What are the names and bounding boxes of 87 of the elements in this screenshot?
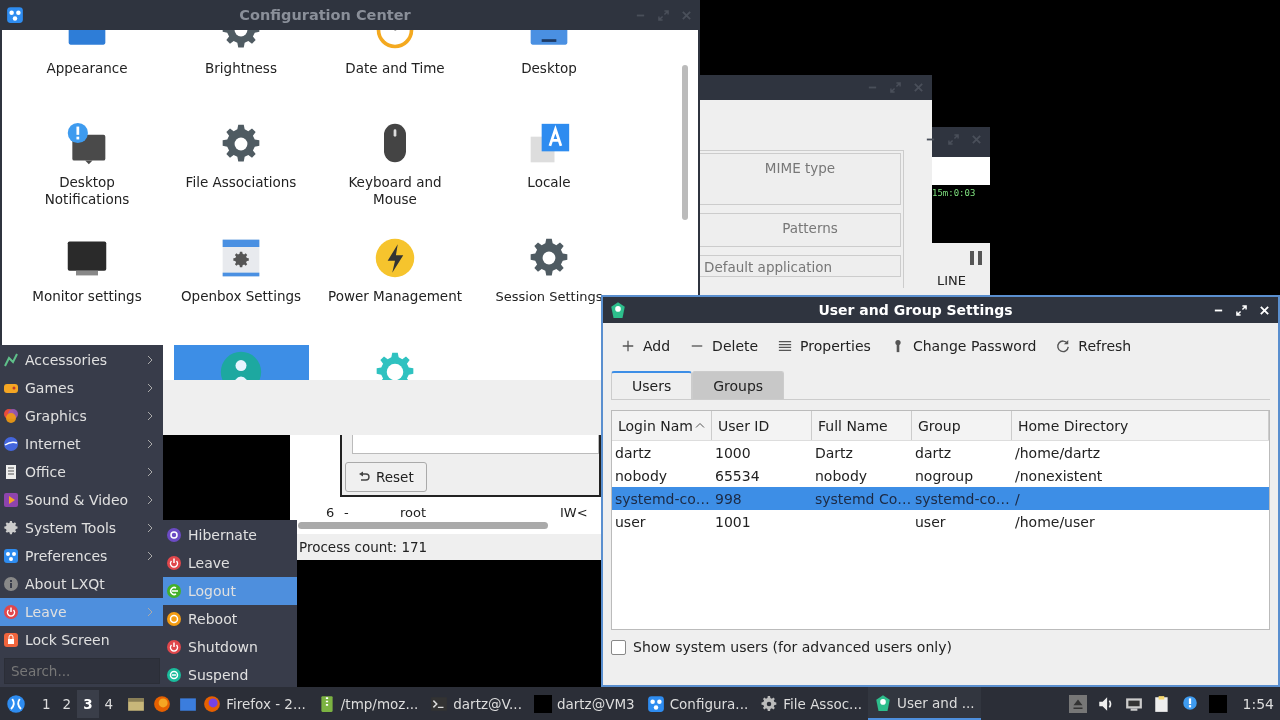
terminal-text: 15m:0:03 — [932, 188, 976, 198]
column-header[interactable]: Group — [912, 411, 1012, 440]
window-title: Configuration Center — [238, 7, 412, 23]
menu-item[interactable]: About LXQt — [0, 570, 163, 598]
field-label: Default application — [700, 255, 901, 277]
table-cell: /home/user — [1015, 513, 1095, 530]
menu-item[interactable]: Sound & Video — [0, 486, 163, 514]
table-cell: user — [915, 513, 946, 530]
table-cell: IW< — [560, 505, 588, 519]
column-header[interactable]: User ID — [712, 411, 812, 440]
menu-item[interactable]: Office — [0, 458, 163, 486]
table-cell: dartz — [615, 444, 652, 461]
menu-item[interactable]: Games — [0, 374, 163, 402]
settings-tile[interactable]: Keyboard and Mouse — [320, 117, 470, 226]
task-button[interactable]: /tmp/moz... — [311, 687, 425, 720]
settings-tile[interactable]: Power Management — [320, 231, 470, 340]
column-header[interactable]: Home Directory — [1012, 411, 1269, 440]
search-field[interactable]: Search... — [4, 658, 160, 684]
settings-tile[interactable]: Desktop Notifications — [12, 117, 162, 226]
settings-tile[interactable]: Date and Time — [320, 30, 470, 112]
table-row[interactable]: dartz 1000 Dartz dartz /home/dartz — [612, 441, 1269, 464]
settings-tile[interactable]: File Associations — [166, 117, 316, 226]
settings-tile[interactable]: Locale — [474, 117, 624, 226]
table-cell: systemd-co… — [915, 490, 1010, 507]
label-text: LINE — [937, 273, 966, 288]
toolbar-button[interactable]: Change Password — [884, 334, 1043, 358]
table-cell: /nonexistent — [1015, 467, 1103, 484]
table-row[interactable]: user 1001 user /home/user — [612, 510, 1269, 533]
table-cell: /home/dartz — [1015, 444, 1101, 461]
window-title: User and Group Settings — [817, 302, 1014, 318]
desktop-switch[interactable]: 2 — [56, 689, 78, 718]
menu-item[interactable]: Preferences — [0, 542, 163, 570]
menu-item[interactable]: Hibernate — [163, 521, 297, 549]
field-label: Patterns — [700, 213, 901, 247]
menu-item[interactable]: Graphics — [0, 402, 163, 430]
table-cell: 1001 — [715, 513, 751, 530]
settings-tile[interactable]: Monitor settings — [12, 231, 162, 340]
reset-button[interactable]: Reset — [345, 462, 427, 492]
column-header[interactable]: Login Nam — [612, 411, 712, 440]
task-button[interactable]: Firefox - 2... — [197, 687, 312, 720]
menu-item[interactable]: Shutdown — [163, 633, 297, 661]
task-button[interactable]: User and ... — [868, 687, 981, 720]
settings-tile[interactable]: Appearance — [12, 30, 162, 112]
table-cell: 65534 — [715, 467, 760, 484]
table-cell: root — [400, 505, 427, 519]
table-cell: nobody — [615, 467, 668, 484]
menu-item[interactable]: Lock Screen — [0, 626, 163, 654]
task-button[interactable]: Configura... — [640, 687, 755, 720]
desktop-switch[interactable]: 4 — [98, 689, 120, 718]
checkbox[interactable]: Show system users (for advanced users only) — [611, 639, 1270, 655]
table-cell: Dartz — [815, 444, 853, 461]
table-cell: 6 — [326, 505, 335, 519]
task-button[interactable]: dartz@VM3 — [527, 687, 641, 720]
toolbar-button[interactable]: Delete — [684, 334, 765, 358]
status-text: Process count: 171 — [299, 539, 428, 555]
desktop-switch[interactable]: 1 — [36, 689, 57, 718]
table-row[interactable]: systemd-co… 998 systemd Co… systemd-co… / — [612, 487, 1269, 510]
table-cell: / — [1015, 490, 1020, 507]
settings-tile[interactable]: Desktop — [474, 30, 624, 112]
field-label: MIME type — [700, 153, 901, 205]
menu-item[interactable]: Leave — [163, 549, 297, 577]
table-cell: nobody — [815, 467, 868, 484]
settings-tile[interactable]: Openbox Settings — [166, 231, 316, 340]
table-cell: 998 — [715, 490, 742, 507]
toolbar-button[interactable]: Refresh — [1050, 334, 1138, 358]
task-button[interactable]: File Assoc... — [754, 687, 868, 720]
table-cell: nogroup — [915, 467, 974, 484]
table-row[interactable]: nobody 65534 nobody nogroup /nonexistent — [612, 464, 1269, 487]
menu-item[interactable]: Reboot — [163, 605, 297, 633]
column-header[interactable]: Full Name — [812, 411, 912, 440]
menu-item[interactable]: System Tools — [0, 514, 163, 542]
table-cell: 1000 — [715, 444, 751, 461]
menu-item[interactable]: Suspend — [163, 661, 297, 689]
tab[interactable]: Groups — [692, 371, 785, 399]
table-cell: user — [615, 513, 646, 530]
clock: 1:54 — [1242, 695, 1274, 712]
menu-item[interactable]: Internet — [0, 430, 163, 458]
menu-item[interactable]: Accessories — [0, 346, 163, 374]
table-cell: - — [344, 505, 349, 519]
toolbar-button[interactable]: Properties — [772, 334, 877, 358]
table-cell: dartz — [915, 444, 952, 461]
table-cell: systemd Co… — [815, 490, 912, 507]
task-button[interactable]: dartz@V... — [424, 687, 528, 720]
settings-tile[interactable]: Brightness — [166, 30, 316, 112]
table-cell: systemd-co… — [615, 490, 710, 507]
tab[interactable]: Users — [611, 371, 693, 399]
desktop-switch[interactable]: 3 — [77, 689, 99, 718]
